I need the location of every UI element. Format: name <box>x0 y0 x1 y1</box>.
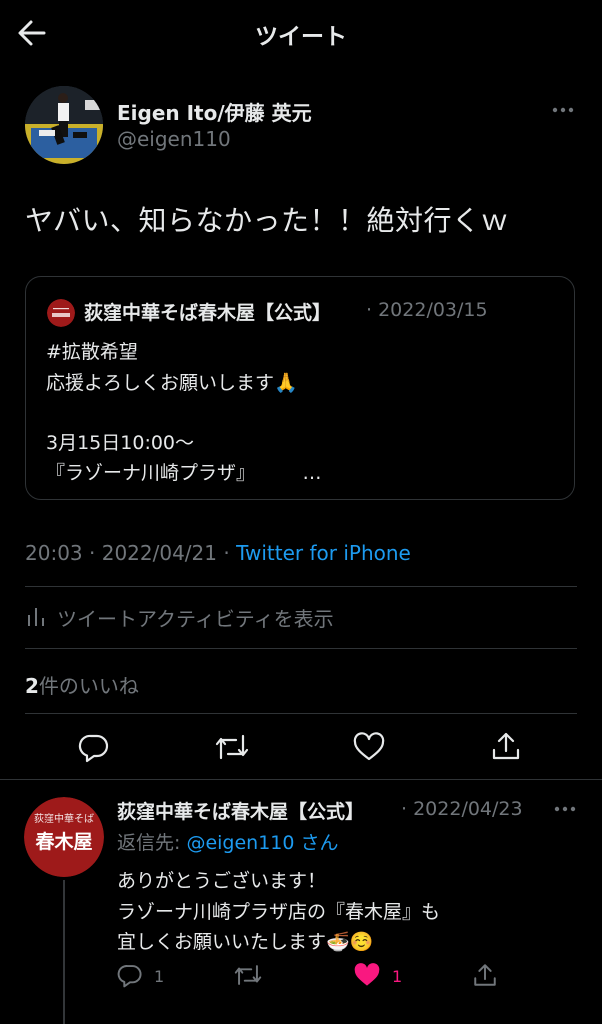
heart-icon <box>353 732 385 761</box>
reply-to-handle[interactable]: @eigen110 さん <box>186 832 338 854</box>
reply-icon <box>78 734 109 763</box>
author-name[interactable]: Eigen Ito/伊藤 英元 <box>117 97 312 126</box>
reply-to-handle-text: @eigen110 <box>186 832 295 854</box>
divider <box>0 779 602 780</box>
reply-author-avatar[interactable]: 荻窪中華そば 春木屋 <box>24 797 104 877</box>
reply-author-name[interactable]: 荻窪中華そば春木屋【公式】 <box>117 797 364 824</box>
divider <box>25 648 577 649</box>
author-handle[interactable]: @eigen110 <box>117 127 231 151</box>
reply-icon <box>117 965 142 988</box>
retweet-icon <box>215 734 249 760</box>
tweet-date: 2022/04/21 <box>101 541 217 565</box>
reply-date-value: 2022/04/23 <box>413 798 523 820</box>
quote-author-name: 荻窪中華そば春木屋【公式】 <box>84 302 332 324</box>
quote-author-avatar <box>47 299 75 327</box>
quoted-tweet-card[interactable]: 荻窪中華そば春木屋【公式】 · 2022/03/15 #拡散希望 応援よろしくお… <box>25 276 575 500</box>
reply-text-line-2: ラゾーナ川崎プラザ店の『春木屋』も <box>117 901 441 923</box>
likes-count: 2 <box>25 674 39 698</box>
more-dots-icon <box>552 107 574 113</box>
reply-to-label: 返信先: <box>117 832 187 854</box>
share-icon <box>474 964 496 986</box>
retweet-icon <box>234 965 262 985</box>
reply-text-line-1: ありがとうございます！ <box>117 870 327 892</box>
share-button[interactable] <box>490 730 522 766</box>
likes-summary[interactable]: 2件のいいね <box>25 670 139 699</box>
activity-label: ツイートアクティビティを表示 <box>57 607 334 631</box>
harukiya-logo-icon <box>47 299 75 327</box>
likes-label: 件のいいね <box>38 674 139 698</box>
quote-date: · 2022/03/15 <box>366 299 488 321</box>
divider <box>25 713 577 714</box>
page-title: ツイート <box>255 24 347 50</box>
reply-retweet-button[interactable] <box>233 962 263 992</box>
author-avatar[interactable] <box>25 86 103 164</box>
reply-to-line: 返信先: @eigen110 さん <box>117 828 339 855</box>
quote-line-1: #拡散希望 <box>46 341 138 363</box>
more-options-button[interactable] <box>551 100 575 120</box>
quote-date-value: 2022/03/15 <box>378 299 488 321</box>
quote-line-2: 応援よろしくお願いします🙏 <box>46 372 298 394</box>
reply-reply-count: 1 <box>154 967 165 986</box>
reply-button[interactable] <box>78 731 110 767</box>
like-button[interactable] <box>352 731 386 767</box>
reply-reply-button[interactable] <box>117 962 143 992</box>
divider <box>25 586 577 587</box>
heart-filled-icon <box>354 963 380 986</box>
tweet-text: ヤバい、知らなかった！！絶対行くｗ <box>25 204 509 237</box>
retweet-button[interactable] <box>214 731 250 767</box>
quote-line-4: 3月15日10:00～ <box>46 432 195 454</box>
tweet-source-link[interactable]: Twitter for iPhone <box>236 541 411 565</box>
tweet-timestamp: 20:03 · 2022/04/21 · Twitter for iPhone <box>25 541 411 565</box>
thread-connector <box>63 880 65 1024</box>
quote-line-5: 『ラゾーナ川崎プラザ』 … <box>46 462 322 484</box>
reply-like-count: 1 <box>392 967 403 986</box>
more-dots-icon <box>554 806 576 812</box>
reply-like-button[interactable] <box>353 962 381 992</box>
tweet-time: 20:03 <box>25 541 83 565</box>
reply-to-suffix: さん <box>294 832 339 854</box>
reply-share-button[interactable] <box>472 962 498 992</box>
logo-top-text: 荻窪中華そば <box>34 812 94 825</box>
top-bar: ツイート <box>0 0 602 66</box>
share-icon <box>492 732 520 760</box>
author-avatar-photo <box>25 86 103 164</box>
harukiya-logo-icon: 荻窪中華そば 春木屋 <box>24 797 104 877</box>
reply-more-options-button[interactable] <box>553 799 577 819</box>
logo-main-text: 春木屋 <box>35 830 92 853</box>
reply-date: · 2022/04/23 <box>401 798 523 820</box>
reply-text-line-3: 宜しくお願いいたします🍜☺️ <box>117 931 374 953</box>
analytics-icon <box>28 608 44 626</box>
